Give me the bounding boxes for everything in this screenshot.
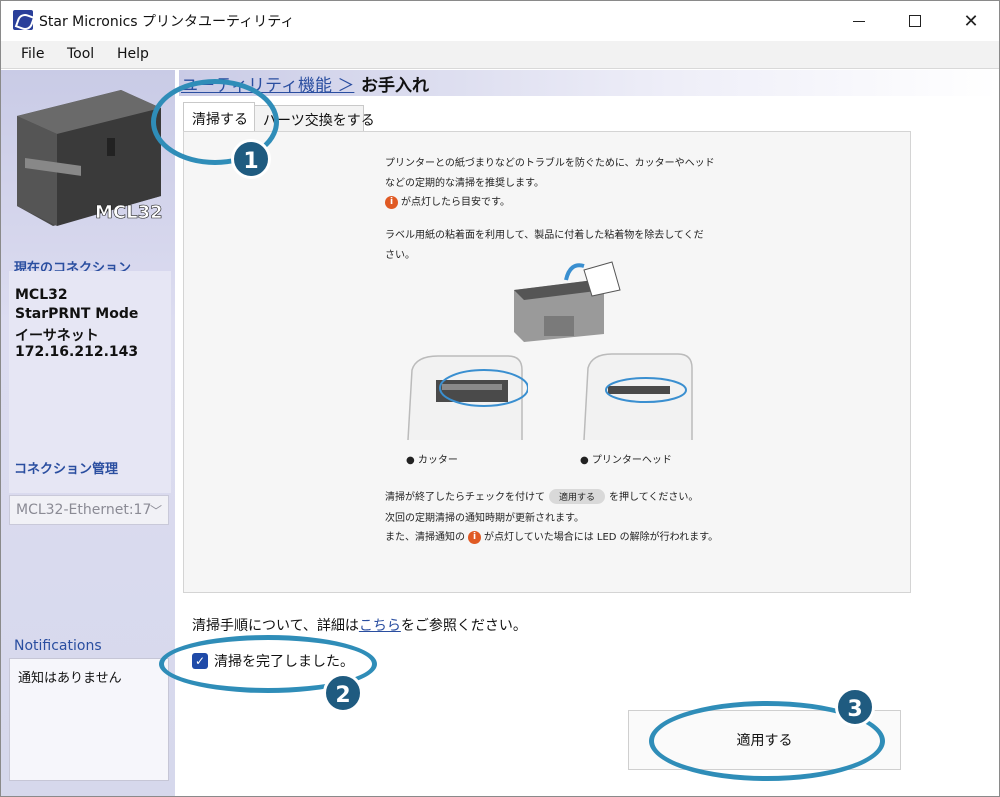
notifications-box: 通知はありません	[9, 658, 169, 781]
printer-image: MCL32	[17, 90, 163, 226]
close-button[interactable]: ✕	[943, 1, 999, 41]
minimize-button[interactable]	[831, 1, 887, 41]
connection-select-value: MCL32-Ethernet:17	[16, 502, 152, 518]
label-cleaning-illustration	[514, 261, 621, 342]
details-text: 清掃手順について、詳細はこちらをご参照ください。	[192, 615, 527, 635]
caption-printhead: ● プリンターヘッド	[580, 455, 672, 466]
window-title: Star Micronics プリンタユーティリティ	[39, 14, 295, 30]
intro-line-3-wrap: i が点灯したら目安です。	[385, 193, 510, 209]
connection-model: MCL32	[15, 287, 68, 303]
after-line-1-b: を押してください。	[609, 492, 699, 503]
callout-badge-2: 2	[323, 673, 363, 713]
info-icon: i	[468, 530, 481, 544]
connection-mode: StarPRNT Mode	[15, 306, 139, 322]
connection-select[interactable]: MCL32-Ethernet:17 ﹀	[9, 495, 169, 525]
app-logo-icon	[13, 10, 33, 30]
callout-badge-3: 3	[835, 687, 875, 727]
title-bar: Star Micronics プリンタユーティリティ ✕	[1, 1, 999, 41]
after-line-1: 清掃が終了したらチェックを付けて 適用する を押してください。	[385, 488, 698, 504]
details-link[interactable]: こちら	[359, 618, 401, 634]
connection-management-heading: コネクション管理	[14, 462, 119, 477]
connection-type: イーサネット	[15, 328, 99, 344]
caption-cutter: ● カッター	[406, 455, 458, 466]
after-line-2: 次回の定期清掃の通知時期が更新されます。	[385, 513, 584, 524]
app-window: Star Micronics プリンタユーティリティ ✕ File Tool H…	[0, 0, 1000, 797]
menu-tool[interactable]: Tool	[67, 46, 94, 62]
after-line-3: また、清掃通知の i が点灯していた場合には LED の解除が行われます。	[385, 528, 718, 544]
cutter-illustration	[407, 355, 528, 441]
minimize-icon	[853, 20, 865, 22]
after-line-1-a: 清掃が終了したらチェックを付けて	[385, 492, 545, 503]
after-line-3-a: また、清掃通知の	[385, 532, 465, 543]
callout-badge-1: 1	[231, 139, 271, 179]
menu-help[interactable]: Help	[117, 46, 149, 62]
intro-line-1: プリンターとの紙づまりなどのトラブルを防ぐために、カッターやヘッド	[385, 158, 715, 169]
menu-file[interactable]: File	[21, 46, 44, 62]
menu-bar: File Tool Help	[1, 41, 999, 69]
intro-line-3: が点灯したら目安です。	[401, 197, 510, 208]
apply-chip: 適用する	[549, 489, 606, 504]
printer-model-label: MCL32	[95, 202, 163, 223]
connection-address: 172.16.212.143	[15, 344, 139, 360]
notifications-text: 通知はありません	[18, 671, 122, 686]
after-line-3-b: が点灯していた場合には LED の解除が行われます。	[484, 532, 719, 543]
label-line-2: さい。	[385, 250, 415, 261]
notifications-heading: Notifications	[14, 638, 102, 654]
printhead-illustration	[583, 353, 693, 441]
maximize-button[interactable]	[887, 1, 943, 41]
details-prefix: 清掃手順について、詳細は	[192, 618, 359, 634]
tab-clean[interactable]: 清掃する	[183, 102, 255, 131]
cleaning-panel: プリンターとの紙づまりなどのトラブルを防ぐために、カッターやヘッド などの定期的…	[183, 131, 911, 593]
maximize-icon	[909, 15, 921, 27]
sidebar: MCL32 現在のコネクション MCL32 StarPRNT Mode イーサネ…	[1, 70, 175, 796]
intro-line-2: などの定期的な清掃を推奨します。	[385, 178, 544, 189]
label-line-1: ラベル用紙の粘着面を利用して、製品に付着した粘着物を除去してくだ	[385, 230, 704, 241]
details-suffix: をご参照ください。	[400, 618, 527, 634]
chevron-down-icon: ﹀	[149, 504, 162, 518]
info-icon: i	[385, 195, 398, 209]
page-title: お手入れ	[361, 76, 429, 96]
